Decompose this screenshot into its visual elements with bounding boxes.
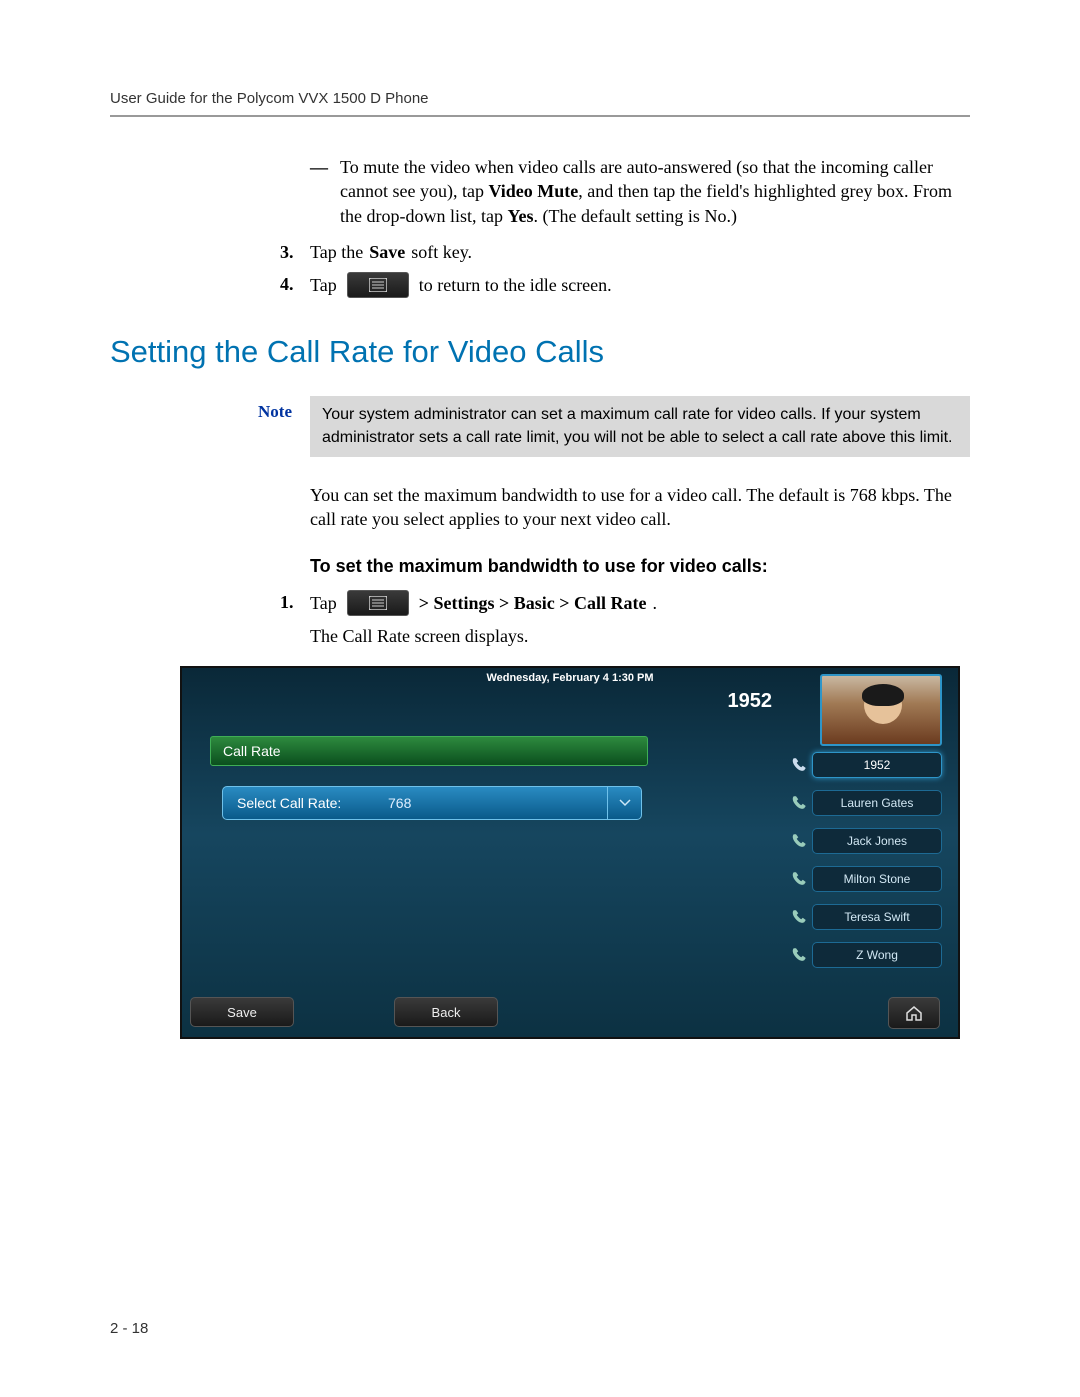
- speed-dial-item[interactable]: 1952: [786, 750, 942, 780]
- speed-dial-label: Z Wong: [812, 942, 942, 968]
- speed-dial-item[interactable]: Jack Jones: [786, 826, 942, 856]
- home-button[interactable]: [888, 997, 940, 1029]
- call-rate-value: 768: [388, 795, 468, 811]
- speed-dial-label: Jack Jones: [812, 828, 942, 854]
- body-paragraph: You can set the maximum bandwidth to use…: [310, 483, 970, 532]
- screen-title: Call Rate: [210, 736, 648, 766]
- section-heading: Setting the Call Rate for Video Calls: [110, 334, 970, 370]
- save-softkey[interactable]: Save: [190, 997, 294, 1027]
- speed-dial-item[interactable]: Z Wong: [786, 940, 942, 970]
- step-text: Tap: [310, 591, 337, 615]
- note-text: Your system administrator can set a maxi…: [310, 396, 970, 457]
- speed-dial-item[interactable]: Lauren Gates: [786, 788, 942, 818]
- speed-dial-list: 1952 Lauren Gates Jack Jones Milton Ston…: [786, 750, 942, 970]
- handset-icon: [786, 946, 812, 964]
- page-header: User Guide for the Polycom VVX 1500 D Ph…: [110, 90, 970, 117]
- step-bold: Save: [369, 240, 405, 264]
- self-view-thumbnail[interactable]: [820, 674, 942, 746]
- step-text-post: soft key.: [411, 240, 472, 264]
- speed-dial-item[interactable]: Teresa Swift: [786, 902, 942, 932]
- step-3: 3. Tap the Save soft key.: [280, 240, 970, 264]
- step-1: 1. Tap > Settings > Basic > Call Rate. T…: [280, 590, 970, 648]
- note-callout: Note Your system administrator can set a…: [240, 396, 970, 457]
- handset-icon: [786, 832, 812, 850]
- phone-screenshot: Wednesday, February 4 1:30 PM 1952 Call …: [180, 666, 960, 1039]
- step-4: 4. Tap to return to the idle screen.: [280, 272, 970, 298]
- chevron-down-icon[interactable]: [607, 787, 641, 819]
- handset-icon: [786, 756, 812, 774]
- page-number: 2 - 18: [110, 1320, 148, 1337]
- note-label: Note: [240, 396, 310, 457]
- menu-icon: [347, 272, 409, 298]
- call-rate-label: Select Call Rate:: [223, 795, 388, 811]
- handset-icon: [786, 794, 812, 812]
- handset-icon: [786, 908, 812, 926]
- handset-icon: [786, 870, 812, 888]
- step-result: The Call Rate screen displays.: [310, 624, 970, 648]
- step-number: 3.: [280, 240, 310, 264]
- sub-bullet: — To mute the video when video calls are…: [310, 155, 970, 228]
- step-punct: .: [653, 591, 658, 615]
- step-text: Tap the: [310, 240, 363, 264]
- speed-dial-label: Teresa Swift: [812, 904, 942, 930]
- menu-icon: [347, 590, 409, 616]
- home-icon: [905, 1005, 923, 1021]
- procedure-heading: To set the maximum bandwidth to use for …: [310, 554, 970, 578]
- dash-marker: —: [310, 155, 340, 228]
- extension-number: 1952: [728, 690, 773, 713]
- speed-dial-label: Lauren Gates: [812, 790, 942, 816]
- bullet-text: To mute the video when video calls are a…: [340, 155, 970, 228]
- step-text: Tap: [310, 273, 337, 297]
- back-softkey[interactable]: Back: [394, 997, 498, 1027]
- speed-dial-label: 1952: [812, 752, 942, 778]
- step-number: 1.: [280, 590, 310, 648]
- speed-dial-item[interactable]: Milton Stone: [786, 864, 942, 894]
- speed-dial-label: Milton Stone: [812, 866, 942, 892]
- step-text-post: to return to the idle screen.: [419, 273, 612, 297]
- call-rate-dropdown[interactable]: Select Call Rate: 768: [222, 786, 642, 820]
- step-number: 4.: [280, 272, 310, 298]
- step-path: > Settings > Basic > Call Rate: [419, 591, 647, 615]
